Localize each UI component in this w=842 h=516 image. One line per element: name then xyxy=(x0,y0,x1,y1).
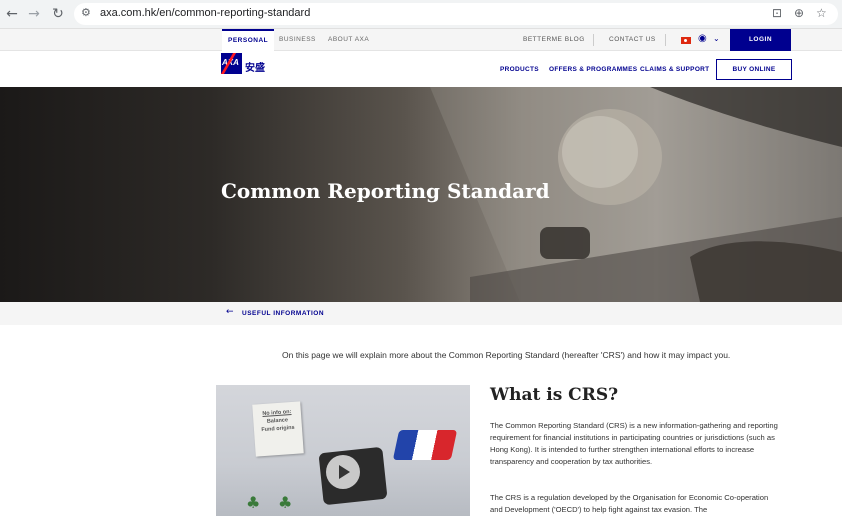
divider xyxy=(593,34,594,46)
divider xyxy=(665,34,666,46)
site-info-icon[interactable]: ⚙ xyxy=(81,6,91,19)
utility-bar: PERSONAL BUSINESS ABOUT AXA BETTERME BLO… xyxy=(0,29,842,51)
login-button[interactable]: LOGIN xyxy=(730,29,791,51)
hero-banner: Common Reporting Standard xyxy=(0,87,842,302)
tab-business[interactable]: BUSINESS xyxy=(279,29,316,51)
video-note: No info on: Balance Fund origins xyxy=(252,401,304,457)
arrow-left-icon[interactable]: ← xyxy=(226,307,234,317)
browser-toolbar: ← → ↻ ⚙ axa.com.hk/en/common-reporting-s… xyxy=(0,0,842,29)
zoom-icon[interactable]: ⊕ xyxy=(794,6,804,20)
video-thumbnail[interactable]: No info on: Balance Fund origins ♣ ♣ xyxy=(216,385,470,516)
url-text[interactable]: axa.com.hk/en/common-reporting-standard xyxy=(100,7,310,19)
reload-icon[interactable]: ↻ xyxy=(48,4,68,24)
tab-about-axa[interactable]: ABOUT AXA xyxy=(328,29,369,51)
hong-kong-flag-icon[interactable] xyxy=(681,37,691,44)
translate-icon[interactable]: ⊡ xyxy=(772,6,782,20)
forward-icon[interactable]: → xyxy=(24,4,44,24)
main-navigation: AXA 安盛 PRODUCTS OFFERS & PROGRAMMES CLAI… xyxy=(0,51,842,87)
section-title: What is CRS? xyxy=(490,385,619,405)
palm-tree-icon: ♣ xyxy=(246,493,261,512)
nav-claims-support[interactable]: CLAIMS & SUPPORT xyxy=(640,66,709,73)
page-title: Common Reporting Standard xyxy=(221,179,550,203)
play-button-icon[interactable] xyxy=(326,455,360,489)
crs-paragraph-1: The Common Reporting Standard (CRS) is a… xyxy=(490,421,778,466)
logo-chinese-text[interactable]: 安盛 xyxy=(245,59,265,74)
address-bar[interactable]: ⚙ axa.com.hk/en/common-reporting-standar… xyxy=(74,3,838,25)
france-map-illustration xyxy=(392,430,458,460)
tab-personal[interactable]: PERSONAL xyxy=(222,29,275,51)
axa-logo[interactable]: AXA xyxy=(220,53,242,74)
intro-text: On this page we will explain more about … xyxy=(282,350,731,360)
crs-paragraph-2: The CRS is a regulation developed by the… xyxy=(490,493,769,514)
betterme-blog-link[interactable]: BETTERME BLOG xyxy=(523,29,585,51)
contact-us-link[interactable]: CONTACT US xyxy=(609,29,656,51)
nav-offers-programmes[interactable]: OFFERS & PROGRAMMES xyxy=(549,66,637,73)
chevron-down-icon[interactable]: ⌄ xyxy=(713,34,720,43)
globe-icon[interactable]: ◉ xyxy=(698,33,707,44)
palm-tree-icon: ♣ xyxy=(278,493,293,512)
breadcrumb-useful-information[interactable]: USEFUL INFORMATION xyxy=(242,310,324,317)
back-icon[interactable]: ← xyxy=(2,4,22,24)
breadcrumb: ← USEFUL INFORMATION xyxy=(0,302,842,325)
nav-products[interactable]: PRODUCTS xyxy=(500,66,539,73)
bookmark-star-icon[interactable]: ☆ xyxy=(816,6,827,20)
buy-online-button[interactable]: BUY ONLINE xyxy=(716,59,792,80)
